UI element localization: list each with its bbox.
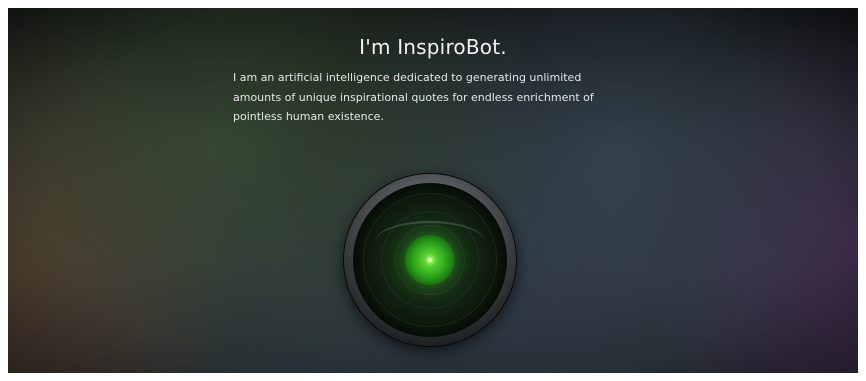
eye-core (428, 258, 432, 262)
robot-eye-icon[interactable] (344, 174, 516, 346)
eye-lens (353, 183, 507, 337)
hero-panel: I'm InspiroBot. I am an artificial intel… (8, 8, 858, 373)
page-title: I'm InspiroBot. (359, 35, 507, 59)
intro-text: I am an artificial intelligence dedicate… (233, 71, 594, 123)
